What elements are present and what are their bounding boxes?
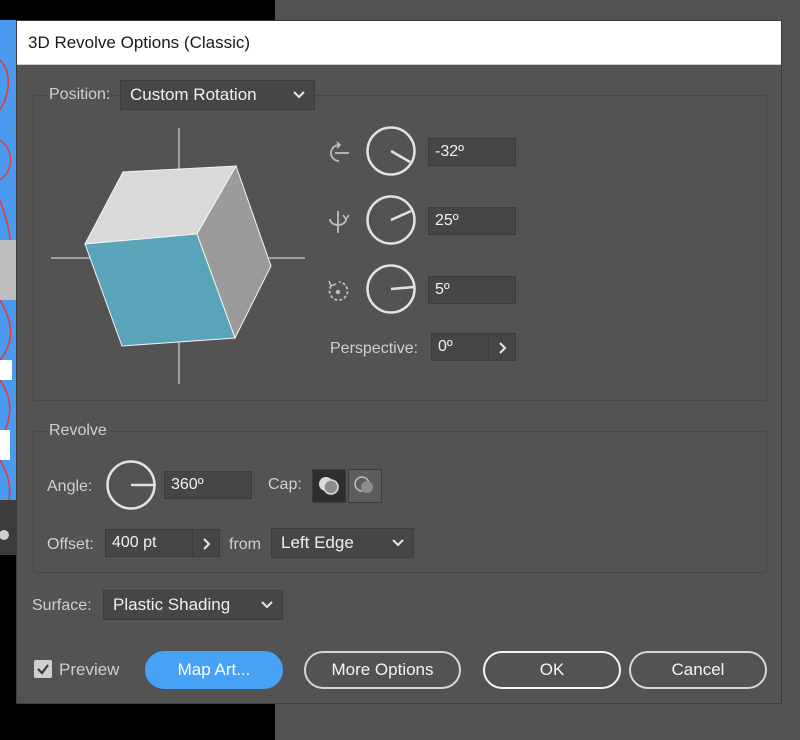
cap-off-button[interactable] — [348, 469, 382, 503]
surface-value: Plastic Shading — [113, 595, 231, 614]
rotate-y-axis-icon — [329, 211, 350, 233]
chevron-down-icon — [392, 539, 404, 547]
rotation-y-field[interactable]: 25º — [428, 207, 516, 235]
cap-off-icon — [354, 476, 373, 493]
cancel-button[interactable]: Cancel — [629, 651, 767, 689]
cap-label: Cap: — [268, 476, 302, 493]
checkmark-icon — [37, 664, 49, 675]
dialog-titlebar: 3D Revolve Options (Classic) — [17, 21, 781, 65]
rotation-y-dial[interactable] — [365, 194, 417, 246]
ok-button[interactable]: OK — [483, 651, 621, 689]
position-label: Position: — [47, 86, 113, 104]
position-preset-value: Custom Rotation — [130, 85, 257, 104]
position-preset-dropdown[interactable]: Custom Rotation — [120, 80, 315, 110]
cap-on-button[interactable] — [312, 469, 346, 503]
rotation-z-field[interactable]: 5º — [428, 276, 516, 304]
rotate-x-axis-icon — [330, 141, 349, 162]
rotation-x-dial[interactable] — [365, 125, 417, 177]
map-art-button[interactable]: Map Art... — [145, 651, 283, 689]
offset-from-dropdown[interactable]: Left Edge — [271, 528, 414, 558]
revolve-angle-field[interactable]: 360º — [164, 471, 252, 499]
revolve-options-dialog: 3D Revolve Options (Classic) Position: C… — [16, 20, 782, 704]
offset-from-value: Left Edge — [281, 533, 354, 552]
preview-checkbox[interactable] — [34, 660, 52, 678]
revolve-section-label: Revolve — [47, 422, 109, 440]
surface-label: Surface: — [32, 597, 92, 614]
more-options-button[interactable]: More Options — [304, 651, 461, 689]
offset-field[interactable]: 400 pt — [105, 529, 193, 557]
preview-label: Preview — [59, 660, 120, 679]
surface-dropdown[interactable]: Plastic Shading — [103, 590, 283, 620]
perspective-label: Perspective: — [330, 340, 419, 357]
perspective-stepper[interactable] — [488, 333, 516, 361]
chevron-down-icon — [261, 601, 273, 609]
offset-stepper[interactable] — [192, 529, 220, 557]
rotation-z-dial[interactable] — [365, 263, 417, 315]
perspective-field[interactable]: 0º — [431, 333, 489, 361]
cap-on-icon — [319, 477, 339, 495]
revolve-angle-dial[interactable] — [105, 459, 157, 511]
offset-label: Offset: — [47, 536, 94, 553]
rotation-x-field[interactable]: -32º — [428, 138, 516, 166]
rotate-z-axis-icon — [328, 280, 349, 301]
from-label: from — [229, 536, 261, 553]
rotation-cube-preview[interactable] — [47, 126, 307, 386]
dialog-title: 3D Revolve Options (Classic) — [28, 33, 251, 52]
chevron-right-icon — [499, 342, 507, 354]
angle-label: Angle: — [47, 478, 93, 495]
chevron-right-icon — [203, 538, 211, 550]
chevron-down-icon — [293, 91, 305, 99]
